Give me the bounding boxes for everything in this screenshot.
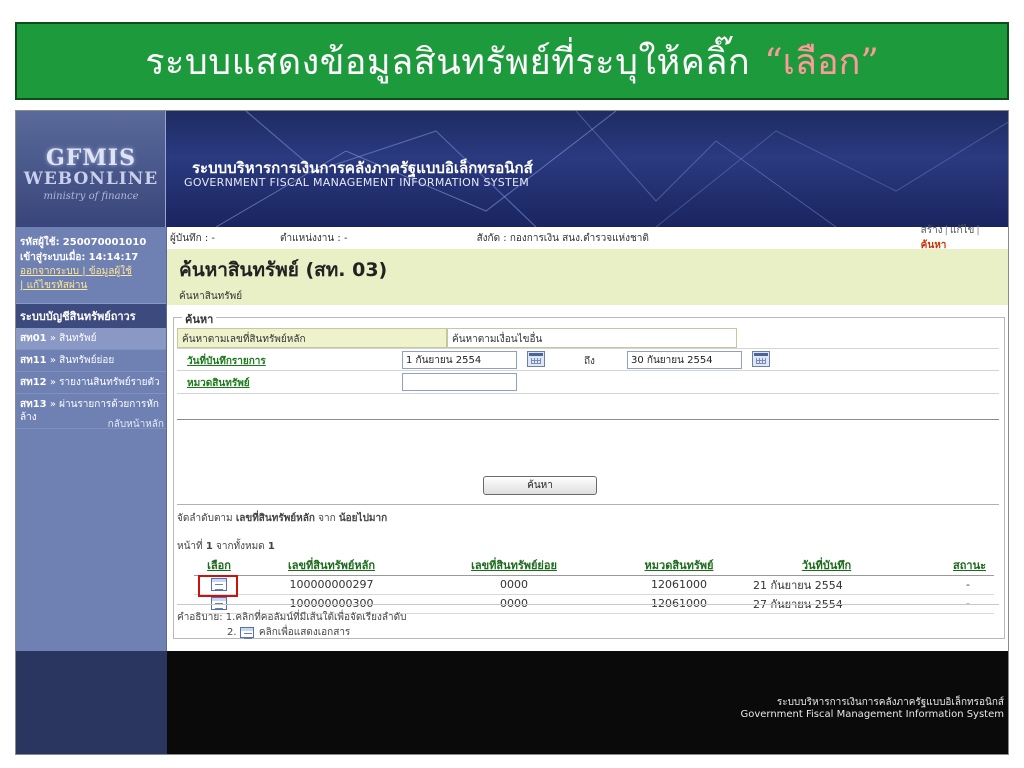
page-prefix: หน้าที่ (177, 541, 203, 552)
app-window: GFMIS WEBONLINE ministry of finance ระบบ… (15, 110, 1009, 755)
cell-main-number: 100000000297 (244, 575, 419, 595)
col-category[interactable]: หมวดสินทรัพย์ (609, 556, 749, 576)
date-range-row: วันที่บันทึกรายการ ถึง (177, 348, 999, 371)
col-select: เลือก (194, 556, 244, 576)
menu-label: » สินทรัพย์ (49, 333, 97, 344)
cell-record-date: 21 กันยายน 2554 (749, 575, 904, 595)
logo-sub-text: WEBONLINE (23, 169, 159, 189)
select-cell (194, 574, 244, 597)
document-icon (239, 626, 254, 639)
table-row: 100000000297 0000 12061000 21 กันยายน 25… (194, 574, 994, 597)
menu-label: » รายงานสินทรัพย์รายตัว (49, 377, 160, 388)
footer-title-en: Government Fiscal Management Information… (740, 709, 1004, 720)
search-tabs: ค้นหาตามเลขที่สินทรัพย์หลัก ค้นหาตามเงื่… (177, 328, 737, 348)
app-footer: ระบบบริหารการเงินการคลังภาครัฐแบบอิเล็กท… (16, 651, 1008, 754)
change-password-link[interactable]: แก้ไขรหัสผ่าน (27, 280, 88, 291)
user-info: รหัสผู้ใช้: 250070001010 เข้าสู่ระบบเมื่… (16, 227, 166, 293)
logo-tag-text: ministry of finance (43, 191, 139, 202)
cell-sub-number: 0000 (419, 575, 609, 595)
page-title: ค้นหาสินทรัพย์ (สท. 03) (179, 259, 388, 281)
recorder-label: ผู้บันทึก : - (170, 232, 216, 244)
slide-banner: ระบบแสดงข้อมูลสินทรัพย์ที่ระบุให้คลิ๊ก “… (15, 22, 1009, 100)
back-home-link[interactable]: กลับหน้าหลัก (108, 417, 164, 432)
note-document: 2. คลิกเพื่อแสดงเอกสาร (227, 625, 350, 640)
user-info-link[interactable]: ข้อมูลผู้ใช้ (89, 266, 132, 277)
col-record-date[interactable]: วันที่บันทึก (749, 556, 904, 576)
account-links: ออกจากระบบ | ข้อมูลผู้ใช้ (20, 266, 132, 277)
position-label: ตำแหน่งงาน : - (280, 232, 348, 244)
menu-code: สท13 (20, 399, 47, 410)
calendar-icon[interactable] (527, 351, 545, 367)
user-id-line: รหัสผู้ใช้: 250070001010 (20, 235, 162, 250)
cell-category: 12061000 (609, 575, 749, 595)
page-total: 1 (267, 541, 275, 552)
to-label: ถึง (584, 356, 595, 367)
login-time-value: 14:14:17 (88, 252, 139, 263)
page-mid: จากทั้งหมด (215, 541, 265, 552)
page-info: หน้าที่ 1 จากทั้งหมด 1 (177, 539, 275, 554)
user-id-value: 250070001010 (62, 237, 147, 248)
search-link[interactable]: ค้นหา (921, 240, 947, 251)
top-strip: ผู้บันทึก : - ตำแหน่งงาน : - สังกัด : กอ… (167, 225, 1008, 251)
menu-code: สท12 (20, 377, 47, 388)
page-subtitle: ค้นหาสินทรัพย์ (179, 291, 243, 302)
search-button[interactable]: ค้นหา (483, 476, 597, 495)
logout-link[interactable]: ออกจากระบบ (20, 266, 79, 277)
col-status[interactable]: สถานะ (904, 556, 994, 576)
create-link[interactable]: สร้าง (921, 225, 943, 236)
banner-title: ระบบแสดงข้อมูลสินทรัพย์ที่ระบุให้คลิ๊ก (145, 41, 751, 83)
date-from-input[interactable] (402, 351, 517, 369)
app-header: GFMIS WEBONLINE ministry of finance ระบบ… (16, 111, 1008, 227)
note-number: 2. (227, 627, 237, 638)
menu-code: สท11 (20, 355, 47, 366)
sidebar-item-asset[interactable]: สท01 » สินทรัพย์ (16, 328, 166, 350)
category-input[interactable] (402, 373, 517, 391)
col-main-number[interactable]: เลขที่สินทรัพย์หลัก (244, 556, 419, 576)
empty-row (177, 394, 999, 420)
sort-prefix: จัดลำดับตาม (177, 513, 233, 524)
search-legend: ค้นหา (182, 310, 217, 328)
sort-from: จาก (318, 513, 336, 524)
footer-left-panel (16, 651, 167, 754)
footer-title-th: ระบบบริหารการเงินการคลังภาครัฐแบบอิเล็กท… (776, 697, 1004, 708)
action-links: สร้าง | แก้ไข |ค้นหา (920, 225, 980, 251)
account-links-2: | แก้ไขรหัสผ่าน (20, 280, 88, 291)
tab-search-by-main-number[interactable]: ค้นหาตามเลขที่สินทรัพย์หลัก (177, 328, 447, 348)
category-row: หมวดสินทรัพย์ (177, 371, 999, 394)
results-header-row: เลือก เลขที่สินทรัพย์หลัก เลขที่สินทรัพย… (194, 556, 994, 576)
tab-search-by-condition[interactable]: ค้นหาตามเงื่อนไขอื่น (447, 328, 737, 348)
category-label: หมวดสินทรัพย์ (187, 378, 250, 389)
col-sub-number[interactable]: เลขที่สินทรัพย์ย่อย (419, 556, 609, 576)
page-current: 1 (205, 541, 213, 552)
sidebar-item-sub-asset[interactable]: สท11 » สินทรัพย์ย่อย (16, 350, 166, 372)
sort-field: เลขที่สินทรัพย์หลัก (235, 513, 315, 524)
calendar-icon[interactable] (752, 351, 770, 367)
date-label: วันที่บันทึกรายการ (187, 356, 266, 367)
cell-status: - (904, 575, 994, 595)
edit-link[interactable]: แก้ไข (950, 225, 974, 236)
login-time-line: เข้าสู่ระบบเมื่อ: 14:14:17 (20, 250, 162, 265)
note-sort: คำอธิบาย: 1.คลิกที่คอลัมน์ที่มีเส้นใต้เพ… (177, 604, 999, 625)
sidebar-item-asset-report[interactable]: สท12 » รายงานสินทรัพย์รายตัว (16, 372, 166, 394)
sort-info: จัดลำดับตาม เลขที่สินทรัพย์หลัก จาก น้อย… (177, 504, 999, 526)
search-group: ค้นหา ค้นหาตามเลขที่สินทรัพย์หลัก ค้นหาต… (173, 310, 1005, 640)
main-content: ผู้บันทึก : - ตำแหน่งงาน : - สังกัด : กอ… (167, 225, 1008, 651)
unit-label: สังกัด : กองการเงิน สนง.ตำรวจแห่งชาติ (476, 232, 649, 244)
banner-highlight: “เลือก” (764, 41, 879, 83)
menu-code: สท01 (20, 333, 47, 344)
title-band: ค้นหาสินทรัพย์ (สท. 03) ค้นหาสินทรัพย์ (167, 249, 1008, 305)
gfmis-logo: GFMIS WEBONLINE ministry of finance (16, 111, 166, 227)
system-title-en: GOVERNMENT FISCAL MANAGEMENT INFORMATION… (184, 176, 530, 189)
note-text: คลิกเพื่อแสดงเอกสาร (258, 627, 351, 638)
login-label: เข้าสู่ระบบเมื่อ: (20, 252, 86, 263)
sort-order: น้อยไปมาก (338, 513, 388, 524)
menu-label: » สินทรัพย์ย่อย (49, 355, 115, 366)
user-id-label: รหัสผู้ใช้: (20, 237, 60, 248)
logo-main-text: GFMIS (46, 145, 136, 171)
sidebar: รหัสผู้ใช้: 250070001010 เข้าสู่ระบบเมื่… (16, 227, 167, 651)
date-to-input[interactable] (627, 351, 742, 369)
menu-header: ระบบบัญชีสินทรัพย์ถาวร (16, 303, 166, 328)
